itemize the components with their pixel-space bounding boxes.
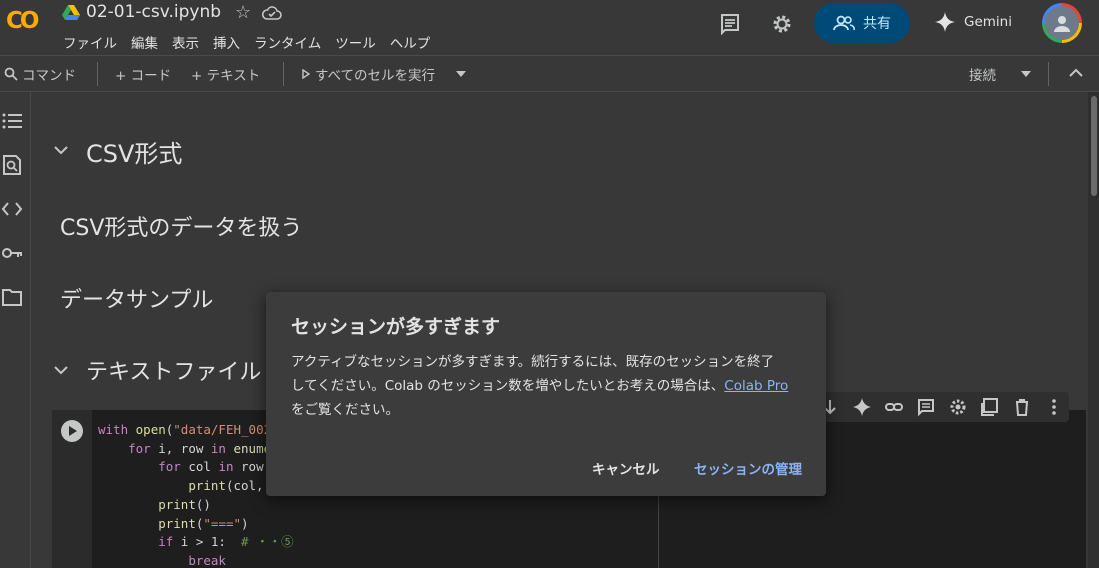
- too-many-sessions-dialog: セッションが多すぎます アクティブなセッションが多すぎます。続行するには、既存の…: [266, 292, 826, 496]
- cancel-button[interactable]: キャンセル: [592, 458, 660, 478]
- comment-icon[interactable]: [718, 12, 742, 36]
- colab-logo[interactable]: CO: [6, 8, 46, 34]
- play-icon: [302, 69, 311, 79]
- avatar-image: [1045, 6, 1079, 40]
- delete-trash-icon[interactable]: [1012, 397, 1032, 417]
- more-vert-icon[interactable]: [1044, 397, 1064, 417]
- code-editor[interactable]: with open("data/FEH_0020 for i, row in e…: [98, 421, 294, 568]
- search-icon: [4, 67, 18, 81]
- code-line: for col in row.s: [158, 459, 279, 475]
- code-line: print("==="): [158, 515, 249, 531]
- gemini-label: Gemini: [964, 14, 1012, 30]
- toolbar-divider: [1048, 62, 1049, 86]
- add-code-button[interactable]: + コード: [115, 64, 171, 84]
- dialog-body: アクティブなセッションが多すぎます。続行するには、既存のセッションを終了 してく…: [291, 350, 801, 422]
- menu-runtime[interactable]: ランタイム: [254, 32, 321, 52]
- collapse-chevron-up-icon[interactable]: [1069, 68, 1083, 78]
- scrollbar-thumb[interactable]: [1091, 96, 1097, 196]
- section-collapse-chevron-icon[interactable]: [54, 360, 68, 379]
- dialog-title: セッションが多すぎます: [291, 316, 501, 338]
- notebook-toolbar: コマンド + コード + テキスト すべてのセルを実行 接続: [0, 56, 1099, 92]
- manage-sessions-button[interactable]: セッションの管理: [694, 458, 802, 478]
- cell-toolbar: [812, 392, 1069, 422]
- files-folder-icon[interactable]: [1, 286, 23, 308]
- google-drive-icon: [62, 5, 80, 20]
- heading-csv-handling: CSV形式のデータを扱う: [60, 216, 303, 241]
- left-sidebar: [0, 92, 31, 568]
- settings-gear-icon[interactable]: [948, 397, 968, 417]
- menu-edit[interactable]: 編集: [131, 32, 158, 52]
- dialog-body-line: してください。Colab のセッション数を増やしたいとお考えの場合は、Colab…: [291, 378, 789, 394]
- toolbar-divider: [283, 62, 284, 86]
- settings-gear-icon[interactable]: [770, 12, 794, 36]
- run-all-button[interactable]: すべてのセルを実行: [301, 64, 435, 84]
- connect-chevron-down-icon[interactable]: [1021, 70, 1031, 78]
- code-line: break: [188, 552, 226, 568]
- menu-file[interactable]: ファイル: [63, 32, 117, 52]
- star-icon[interactable]: ☆: [235, 2, 251, 23]
- people-icon: [833, 15, 855, 31]
- share-label: 共有: [863, 16, 891, 32]
- menu-help[interactable]: ヘルプ: [390, 32, 431, 52]
- user-avatar[interactable]: [1042, 3, 1082, 43]
- colab-pro-link[interactable]: Colab Pro: [724, 378, 788, 394]
- menu-view[interactable]: 表示: [172, 32, 199, 52]
- command-palette-button[interactable]: コマンド: [4, 64, 76, 84]
- share-button[interactable]: 共有: [814, 3, 910, 43]
- toolbar-divider: [97, 62, 98, 86]
- cloud-saved-icon[interactable]: [262, 5, 282, 21]
- add-text-button[interactable]: + テキスト: [191, 64, 260, 84]
- notebook-title[interactable]: 02-01-csv.ipynb: [86, 2, 221, 22]
- table-of-contents-icon[interactable]: [1, 110, 23, 132]
- code-snippets-icon[interactable]: [1, 198, 23, 220]
- gemini-sparkle-icon: [935, 12, 955, 32]
- code-line: for i, row in enumer: [128, 440, 279, 456]
- run-cell-button[interactable]: [61, 420, 83, 442]
- code-line: print(col, e: [188, 478, 279, 494]
- link-icon[interactable]: [884, 397, 904, 417]
- secrets-key-icon[interactable]: [1, 242, 23, 264]
- run-menu-chevron-down-icon[interactable]: [456, 70, 466, 78]
- mirror-cell-icon[interactable]: [980, 397, 1000, 417]
- menu-insert[interactable]: 挿入: [213, 32, 240, 52]
- section-collapse-chevron-icon[interactable]: [54, 140, 68, 159]
- code-line: with open("data/FEH_0020: [98, 422, 279, 437]
- dialog-body-line: をご覧ください。: [291, 402, 399, 418]
- connect-button[interactable]: 接続: [969, 64, 996, 84]
- app-header: CO 02-01-csv.ipynb ☆ ファイル 編集 表示 挿入 ランタイム…: [0, 0, 1099, 56]
- code-line: if i > 1: # ・・⑤: [158, 534, 294, 550]
- dialog-body-line: アクティブなセッションが多すぎます。続行するには、既存のセッションを終了: [291, 354, 775, 370]
- heading-csv-format: CSV形式: [86, 140, 183, 168]
- heading-data-sample: データサンプル: [60, 288, 214, 313]
- menu-bar: ファイル 編集 表示 挿入 ランタイム ツール ヘルプ: [63, 32, 444, 52]
- find-replace-icon[interactable]: [1, 154, 23, 176]
- code-line: print(): [158, 496, 211, 512]
- menu-tools[interactable]: ツール: [335, 32, 376, 52]
- heading-text-file: テキストファイル: [86, 360, 262, 385]
- comment-icon[interactable]: [916, 397, 936, 417]
- gemini-sparkle-icon[interactable]: [852, 397, 872, 417]
- gemini-button[interactable]: Gemini: [934, 11, 1012, 33]
